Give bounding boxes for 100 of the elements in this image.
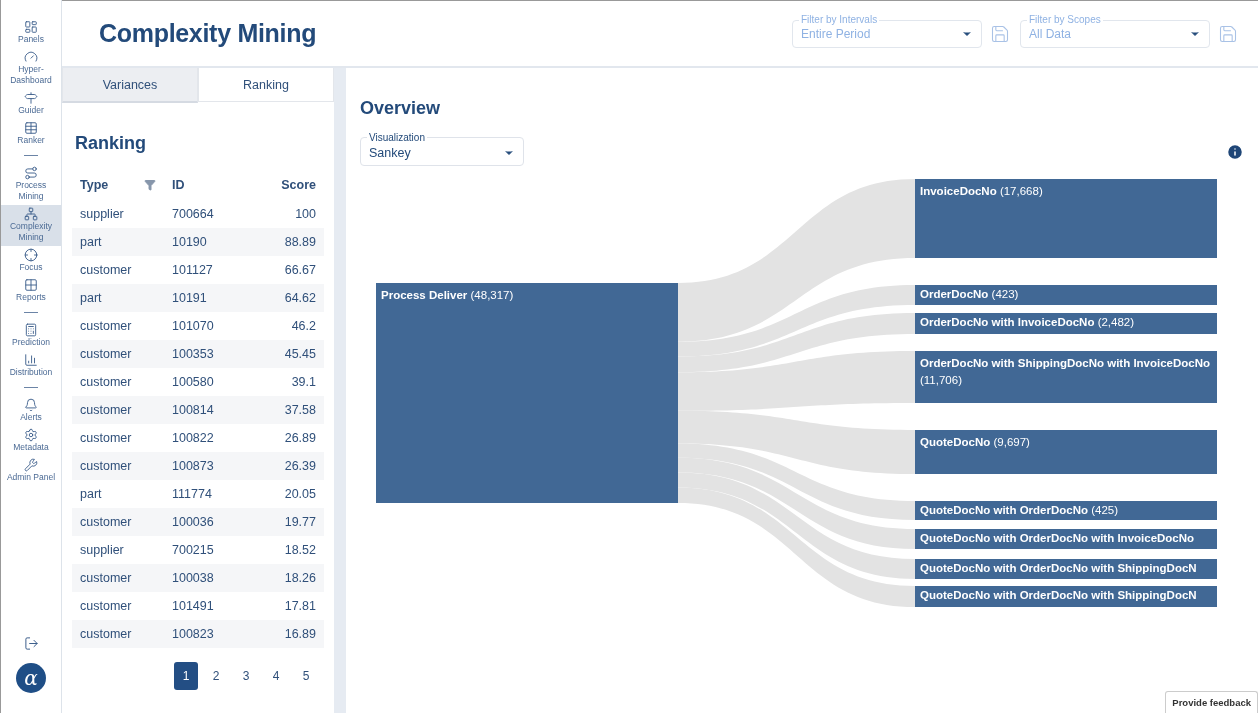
table-cell-text: customer [79, 403, 133, 417]
table-cell-text: 39.1 [290, 375, 317, 389]
table-cell-text: 64.62 [283, 291, 317, 305]
sidebar-item[interactable]: Panels [1, 18, 61, 48]
column-header: Type [80, 178, 109, 192]
bar-chart-icon [24, 353, 38, 367]
sidebar-item[interactable]: Hyper-Dashboard [1, 48, 61, 89]
table-cell-text: 10191 [171, 291, 208, 305]
table-cell-text: customer [79, 319, 133, 333]
filter-icon[interactable] [144, 179, 156, 191]
sidebar-item[interactable]: Distribution [1, 351, 61, 381]
grid-icon [24, 278, 38, 292]
table-cell-text: 18.26 [283, 571, 317, 585]
gear-icon [24, 428, 38, 442]
table-cell-text: part [79, 235, 103, 249]
sankey-node: InvoiceDocNo (17,668) [915, 179, 1217, 258]
sankey-node: QuoteDocNo with OrderDocNo with InvoiceDocNo [915, 529, 1217, 549]
section-title: Ranking [75, 133, 147, 154]
page-button[interactable]: 5 [294, 662, 318, 690]
sankey-node: QuoteDocNo with OrderDocNo (425) [915, 501, 1217, 520]
table-cell-text: part [79, 291, 103, 305]
table-cell-text: customer [79, 375, 133, 389]
network-icon [24, 207, 38, 221]
table-cell-text: 100823 [171, 627, 215, 641]
table-cell-text: 26.39 [283, 459, 317, 473]
table-cell-text: supplier [79, 543, 125, 557]
table-cell-text: 100580 [171, 375, 215, 389]
sankey-node: QuoteDocNo with OrderDocNo with ShippingDocN [915, 559, 1217, 579]
section-title: Overview [360, 98, 442, 119]
save-icon[interactable] [990, 23, 1010, 44]
table-cell-text: 26.89 [283, 431, 317, 445]
table-cell-text: 100873 [171, 459, 215, 473]
table-cell-text: 101491 [171, 599, 215, 613]
table-cell-text: 100 [294, 207, 317, 221]
table-cell-text: 100036 [171, 515, 215, 529]
table-cell-text: 46.2 [290, 319, 317, 333]
feedback-button[interactable]: Provide feedback [1165, 691, 1258, 713]
bell-icon [24, 398, 38, 412]
table-cell-text: 101127 [171, 263, 214, 277]
sankey-node: OrderDocNo (423) [915, 285, 1217, 305]
table-cell-text: customer [79, 431, 133, 445]
page-button[interactable]: 2 [204, 662, 228, 690]
table-cell-text: 19.77 [283, 515, 317, 529]
table-cell-text: customer [79, 599, 133, 613]
table-cell-text: customer [79, 627, 133, 641]
dashboard-icon [24, 20, 38, 34]
table-cell-text: 66.67 [283, 263, 317, 277]
table-cell-text: 10190 [171, 235, 208, 249]
info-icon[interactable] [1226, 142, 1244, 161]
tab[interactable]: Variances [62, 68, 198, 103]
sidebar-item[interactable]: Ranker [1, 119, 61, 149]
table-cell-text: 100822 [171, 431, 215, 445]
table-cell-text: supplier [79, 207, 125, 221]
table-cell-text: 18.52 [283, 543, 317, 557]
sankey-node: QuoteDocNo with OrderDocNo with ShippingDocN [915, 586, 1217, 607]
sidebar-item[interactable]: Guider [1, 89, 61, 119]
sidebar-item[interactable]: Reports [1, 276, 61, 306]
table-cell-text: 88.89 [283, 235, 317, 249]
signpost-icon [24, 91, 38, 105]
table-cell-text: customer [79, 571, 133, 585]
sidebar-item[interactable]: Prediction [1, 321, 61, 351]
logo: α [16, 663, 46, 693]
table-cell-text: customer [79, 347, 133, 361]
table-cell-text: 20.05 [283, 487, 317, 501]
sidebar-item[interactable]: Process Mining [1, 164, 61, 205]
tab[interactable]: Ranking [198, 68, 334, 102]
table-cell-text: 100814 [171, 403, 215, 417]
logout-icon[interactable] [23, 636, 39, 651]
table-cell-text: 100353 [171, 347, 215, 361]
wrench-icon [24, 458, 38, 472]
sidebar-item[interactable]: Complexity Mining [1, 205, 61, 246]
sidebar-item[interactable]: Metadata [1, 426, 61, 456]
crosshair-icon [24, 248, 38, 262]
sankey-node: Process Deliver (48,317) [376, 283, 678, 503]
sidebar-item[interactable]: Focus [1, 246, 61, 276]
sidebar-item[interactable]: Admin Panel [1, 456, 61, 486]
table-cell-text: customer [79, 459, 133, 473]
column-header: ID [172, 178, 185, 192]
table-icon [24, 121, 38, 135]
table-cell-text: customer [79, 263, 133, 277]
table-cell-text: 16.89 [283, 627, 317, 641]
table-cell-text: 700215 [171, 543, 215, 557]
gauge-icon [24, 50, 38, 64]
table-cell-text: part [79, 487, 103, 501]
route-icon [24, 166, 38, 180]
table-cell-text: 100038 [171, 571, 215, 585]
page-button[interactable]: 4 [264, 662, 288, 690]
save-icon[interactable] [1218, 23, 1238, 44]
table-cell-text: 45.45 [283, 347, 317, 361]
column-header: Score [281, 178, 316, 192]
calculator-icon [24, 323, 38, 337]
page-button[interactable]: 3 [234, 662, 258, 690]
table-cell-text: 17.81 [283, 599, 317, 613]
page-button[interactable]: 1 [174, 662, 198, 690]
table-cell-text: 101070 [171, 319, 215, 333]
table-cell-text: 37.58 [283, 403, 317, 417]
table-cell-text: 700664 [171, 207, 215, 221]
page-title: Complexity Mining [99, 19, 318, 48]
table-cell-text: 111774 [171, 487, 213, 501]
sidebar-item[interactable]: Alerts [1, 396, 61, 426]
